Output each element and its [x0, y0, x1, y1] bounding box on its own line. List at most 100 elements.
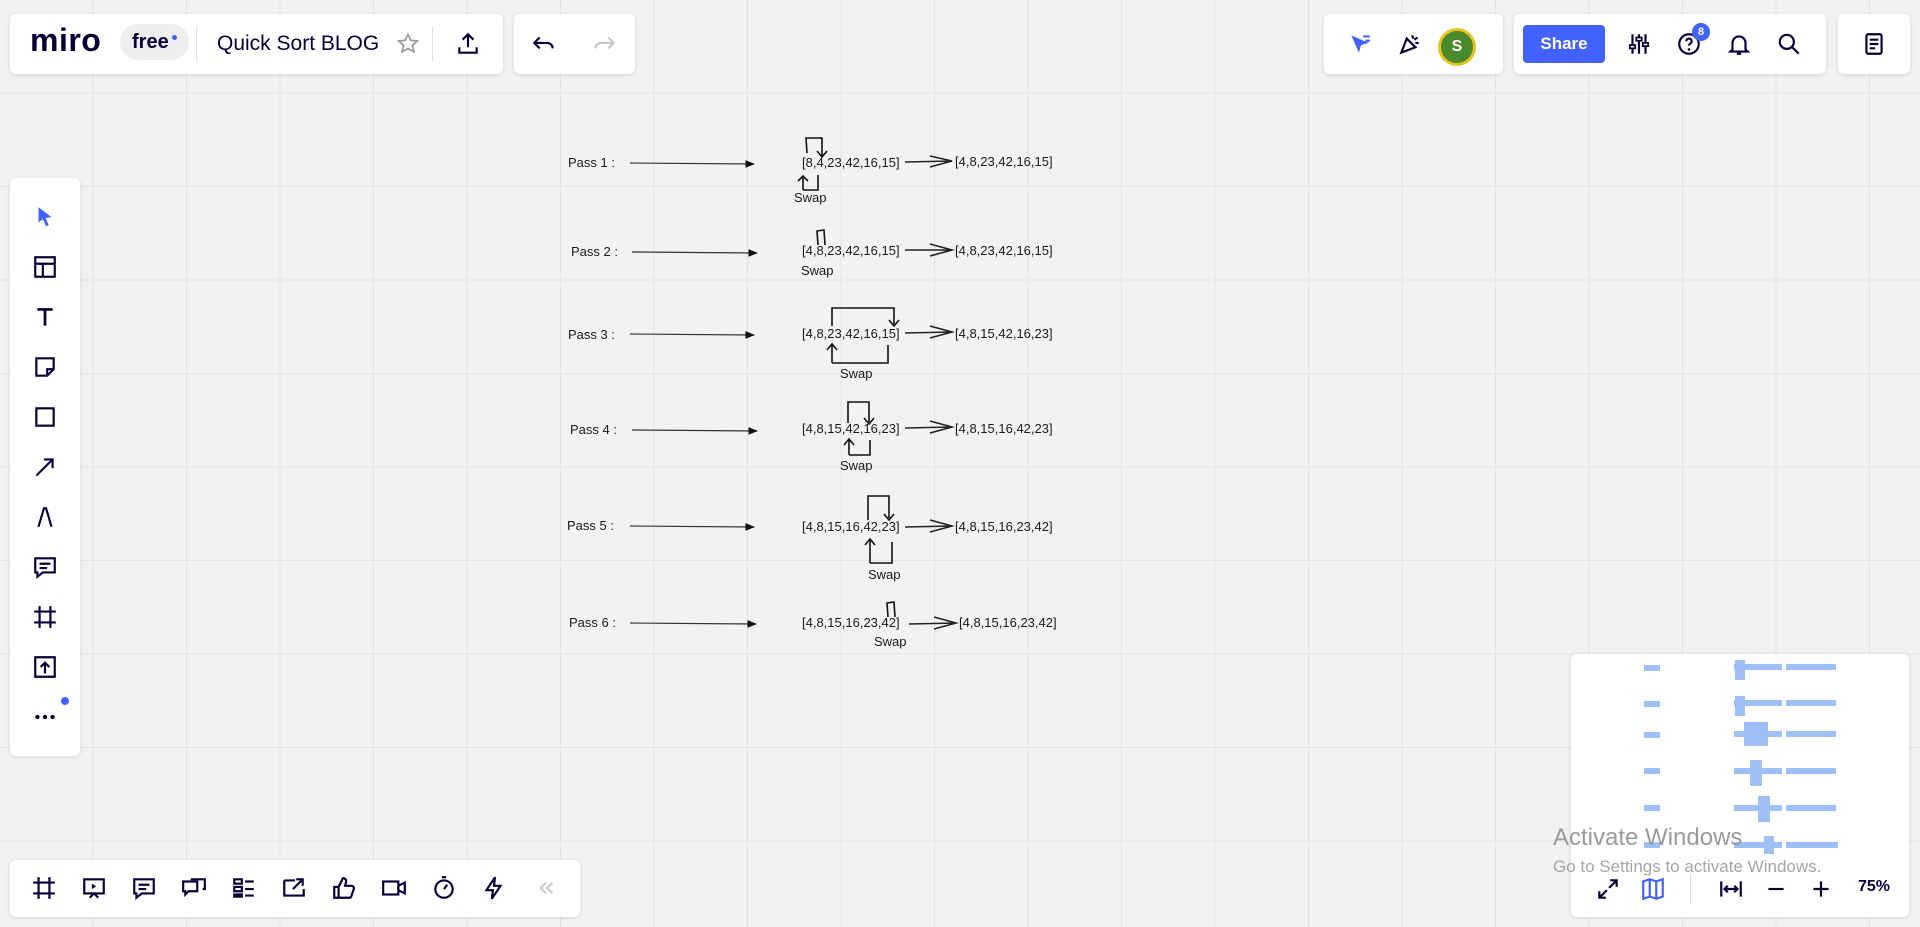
shape-tool[interactable]	[25, 397, 65, 437]
comments-panel-button[interactable]	[124, 868, 164, 908]
pass-input-array[interactable]: [4,8,15,16,23,42]	[802, 615, 900, 630]
swap-label[interactable]: Swap	[794, 190, 827, 205]
arrow-line-icon	[35, 458, 54, 477]
pass-output-array[interactable]: [4,8,15,16,23,42]	[955, 519, 1053, 534]
pass-label[interactable]: Pass 5 :	[567, 518, 614, 533]
pass-label[interactable]: Pass 4 :	[570, 422, 617, 437]
pass-input-array[interactable]: [8,4,23,42,16,15]	[802, 155, 900, 170]
pass-output-array[interactable]: [4,8,15,16,23,42]	[959, 615, 1057, 630]
document-icon	[1865, 33, 1883, 55]
fit-width-icon	[1720, 881, 1742, 897]
minimap-toggle-button[interactable]	[1633, 869, 1673, 909]
minimap-object	[1644, 732, 1660, 738]
pen-icon	[37, 507, 53, 528]
upload-tool[interactable]	[25, 647, 65, 687]
more-tools[interactable]	[25, 697, 65, 737]
video-call-button[interactable]	[374, 868, 414, 908]
fullscreen-button[interactable]	[1588, 869, 1628, 909]
export-button[interactable]	[448, 24, 488, 64]
activate-windows-title: Activate Windows	[1553, 824, 1743, 851]
pass-output-array[interactable]: [4,8,23,42,16,15]	[955, 154, 1053, 169]
celebrate-button[interactable]	[1390, 24, 1430, 64]
divider	[1690, 874, 1691, 904]
cursor-follow-button[interactable]	[1340, 24, 1380, 64]
swap-label[interactable]: Swap	[840, 458, 873, 473]
minimap-object	[1786, 842, 1838, 848]
sticky-note-tool[interactable]	[25, 347, 65, 387]
shape-icon	[35, 407, 55, 427]
minimap-object	[1735, 696, 1745, 716]
pass-label[interactable]: Pass 2 :	[571, 244, 618, 259]
text-tool-icon	[37, 308, 53, 326]
minus-icon	[1768, 887, 1784, 891]
minimap-object	[1644, 768, 1660, 774]
board-title[interactable]: Quick Sort BLOG	[217, 32, 379, 56]
share-screen-button[interactable]	[274, 868, 314, 908]
search-icon	[1778, 33, 1800, 55]
minimap-object	[1786, 731, 1836, 737]
cursor-list-icon	[1351, 35, 1370, 53]
search-button[interactable]	[1769, 24, 1809, 64]
cards-icon	[233, 878, 254, 898]
user-avatar[interactable]: S	[1438, 28, 1476, 66]
pass-label[interactable]: Pass 6 :	[569, 615, 616, 630]
frame-icon	[34, 606, 56, 628]
pass-input-array[interactable]: [4,8,15,42,16,23]	[802, 421, 900, 436]
swap-label[interactable]: Swap	[840, 366, 873, 381]
zap-button[interactable]	[474, 868, 514, 908]
miro-logo[interactable]: miro	[30, 22, 101, 59]
undo-icon	[532, 36, 554, 50]
plan-badge[interactable]: free	[120, 24, 189, 60]
text-tool[interactable]	[25, 297, 65, 337]
zoom-in-button[interactable]	[1801, 869, 1841, 909]
pen-tool[interactable]	[25, 497, 65, 537]
cards-button[interactable]	[224, 868, 264, 908]
pass-label[interactable]: Pass 1 :	[568, 155, 615, 170]
settings-button[interactable]	[1619, 24, 1659, 64]
comment-icon	[34, 557, 56, 580]
minimap-object	[1764, 836, 1774, 854]
more-tools-icon	[35, 714, 55, 720]
notifications-button[interactable]	[1719, 24, 1759, 64]
plan-badge-dot	[171, 34, 177, 40]
minimap-object	[1786, 805, 1836, 811]
star-button[interactable]	[388, 24, 428, 64]
swap-label[interactable]: Swap	[874, 634, 907, 649]
select-tool[interactable]	[25, 197, 65, 237]
zoom-out-button[interactable]	[1756, 869, 1796, 909]
timer-button[interactable]	[424, 868, 464, 908]
star-icon	[396, 32, 420, 54]
pass-input-array[interactable]: [4,8,23,42,16,15]	[802, 243, 900, 258]
bell-icon	[1727, 35, 1751, 55]
zoom-level[interactable]: 75%	[1858, 878, 1890, 896]
presentation-button[interactable]	[74, 868, 114, 908]
frame-tool[interactable]	[25, 597, 65, 637]
pass-input-array[interactable]: [4,8,15,16,42,23]	[802, 519, 900, 534]
comment-tool[interactable]	[25, 547, 65, 587]
share-button[interactable]: Share	[1523, 25, 1605, 63]
pass-input-array[interactable]: [4,8,23,42,16,15]	[802, 326, 900, 341]
pass-output-array[interactable]: [4,8,15,16,42,23]	[955, 421, 1053, 436]
pass-output-array[interactable]: [4,8,15,42,16,23]	[955, 326, 1053, 341]
minimap-object	[1644, 805, 1660, 811]
board-notes-button[interactable]	[1854, 24, 1894, 64]
minimap-object	[1786, 664, 1836, 670]
swap-label[interactable]: Swap	[801, 263, 834, 278]
redo-button[interactable]	[584, 24, 624, 64]
pass-label[interactable]: Pass 3 :	[568, 327, 615, 342]
voting-button[interactable]	[324, 868, 364, 908]
frames-button[interactable]	[24, 868, 64, 908]
presentation-icon	[83, 878, 105, 899]
templates-tool[interactable]	[25, 247, 65, 287]
sliders-icon	[1628, 34, 1650, 54]
pass-output-array[interactable]: [4,8,23,42,16,15]	[955, 243, 1053, 258]
undo-button[interactable]	[524, 24, 564, 64]
timer-icon	[434, 876, 454, 899]
line-tool[interactable]	[25, 447, 65, 487]
minimap-object	[1644, 665, 1660, 671]
swap-label[interactable]: Swap	[868, 567, 901, 582]
chat-button[interactable]	[174, 868, 214, 908]
collapse-toolbar-button[interactable]	[526, 868, 566, 908]
upload-export-icon	[458, 32, 478, 54]
fit-to-screen-button[interactable]	[1711, 869, 1751, 909]
